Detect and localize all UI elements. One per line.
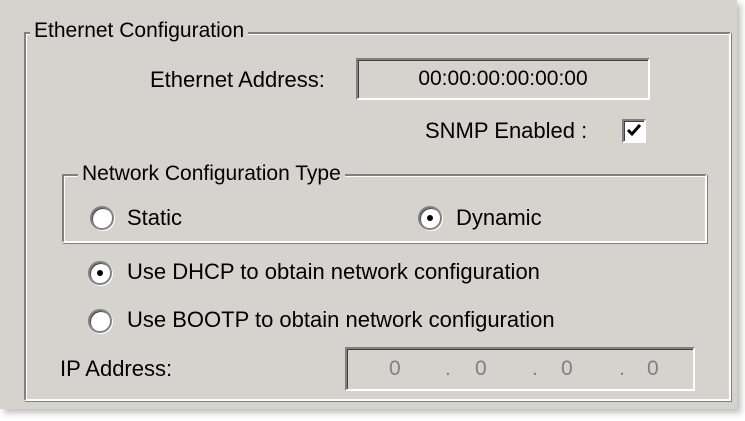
network-type-title: Network Configuration Type: [78, 162, 345, 186]
snmp-enabled-checkbox[interactable]: [622, 119, 646, 143]
ip-separator-2: .: [532, 357, 538, 380]
dynamic-label[interactable]: Dynamic: [456, 205, 542, 231]
dhcp-label[interactable]: Use DHCP to obtain network configuration: [127, 259, 540, 285]
ethernet-address-field: 00:00:00:00:00:00: [356, 58, 650, 100]
ip-separator-3: .: [619, 357, 625, 380]
dynamic-radio[interactable]: [418, 206, 442, 230]
ip-address-label: IP Address:: [60, 356, 173, 381]
ip-octet-3: 0: [561, 357, 573, 380]
ip-address-field: 0 . 0 . 0 . 0: [345, 347, 695, 391]
ip-octet-1: 0: [389, 357, 401, 380]
ethernet-config-title: Ethernet Configuration: [30, 19, 249, 43]
ethernet-address-label: Ethernet Address:: [150, 67, 325, 92]
ip-octet-2: 0: [475, 357, 487, 380]
dhcp-radio[interactable]: [88, 261, 112, 285]
bootp-label[interactable]: Use BOOTP to obtain network configuratio…: [127, 307, 555, 333]
ip-separator-1: .: [445, 357, 451, 380]
ethernet-address-value: 00:00:00:00:00:00: [418, 67, 588, 90]
checkmark-icon: [626, 124, 642, 137]
radio-selected-dot: [427, 215, 433, 221]
snmp-enabled-label: SNMP Enabled :: [425, 118, 588, 143]
bootp-radio[interactable]: [88, 309, 112, 333]
ip-octet-4: 0: [647, 357, 659, 380]
radio-selected-dot: [97, 270, 103, 276]
ethernet-config-panel: Ethernet Configuration Ethernet Address:…: [0, 0, 745, 421]
static-label[interactable]: Static: [127, 205, 182, 231]
static-radio[interactable]: [90, 206, 114, 230]
